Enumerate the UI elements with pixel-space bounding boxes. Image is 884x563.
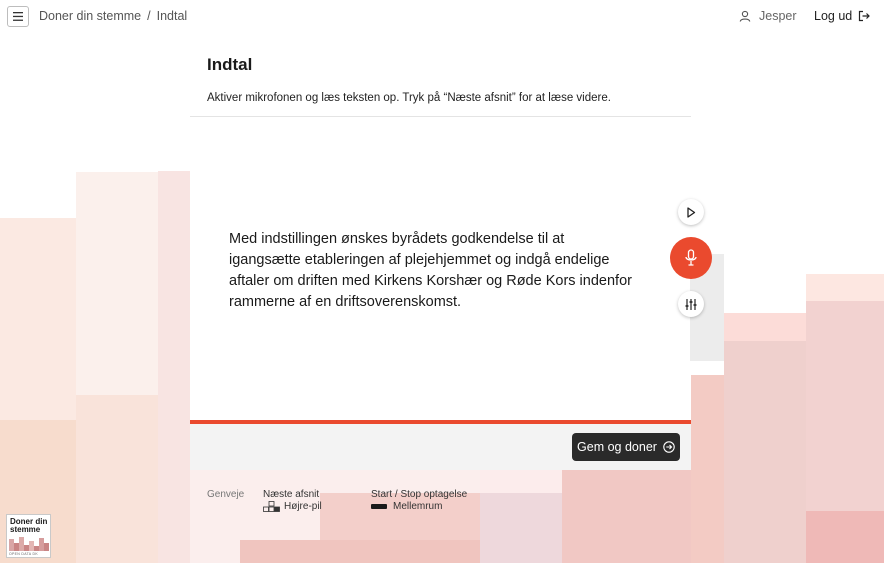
prompt-text: Med indstillingen ønskes byrådets godken… xyxy=(229,231,632,310)
background-block xyxy=(76,395,158,563)
logo-skyline-graphic xyxy=(9,537,49,551)
arrow-keys-icon xyxy=(263,501,280,512)
instruction-text: Aktiver mikrofonen og læs teksten op. Tr… xyxy=(207,92,611,104)
user-icon xyxy=(739,10,751,22)
logout-icon xyxy=(859,10,871,22)
doner-din-stemme-logo: Doner din stemme OPEN DATA DK xyxy=(6,514,51,558)
background-block xyxy=(724,313,806,341)
arrow-right-circle-icon xyxy=(663,441,675,453)
background-block xyxy=(806,301,884,511)
background-block xyxy=(480,470,562,493)
background-block xyxy=(480,493,562,563)
shortcut-record-label: Start / Stop optagelse xyxy=(371,489,468,500)
record-button[interactable] xyxy=(670,237,712,279)
save-and-donate-label: Gem og doner xyxy=(577,440,657,454)
shortcut-next-key: Højre-pil xyxy=(263,501,322,512)
microphone-icon xyxy=(685,249,697,266)
shortcuts-heading: Genveje xyxy=(207,489,245,500)
page-title: Indtal xyxy=(207,55,253,74)
breadcrumb-separator: / xyxy=(147,9,151,23)
hamburger-menu-icon xyxy=(13,12,23,21)
background-block xyxy=(158,171,190,563)
logout-button[interactable]: Log ud xyxy=(814,9,871,23)
background-block xyxy=(691,375,724,563)
shortcut-next-key-label: Højre-pil xyxy=(284,501,322,512)
background-block xyxy=(240,540,480,563)
menu-button[interactable] xyxy=(7,6,29,27)
breadcrumb-current: Indtal xyxy=(156,9,188,23)
spacebar-icon xyxy=(371,504,387,509)
play-button[interactable] xyxy=(678,199,704,225)
audio-settings-button[interactable] xyxy=(678,291,704,317)
breadcrumb: Doner din stemme / Indtal xyxy=(39,9,187,23)
background-block xyxy=(806,274,884,301)
logo-footer-text: OPEN DATA DK xyxy=(9,552,38,556)
sliders-icon xyxy=(685,298,697,310)
user-name: Jesper xyxy=(759,9,797,23)
breadcrumb-root-link[interactable]: Doner din stemme xyxy=(39,9,141,23)
logout-label: Log ud xyxy=(814,9,853,23)
user-menu[interactable]: Jesper xyxy=(739,9,797,23)
shortcut-next-label: Næste afsnit xyxy=(263,489,320,500)
save-and-donate-button[interactable]: Gem og doner xyxy=(572,433,680,461)
divider xyxy=(190,116,691,117)
shortcut-record-key: Mellemrum xyxy=(371,501,442,512)
background-block xyxy=(724,341,806,563)
logo-line-2: stemme xyxy=(10,525,41,534)
background-block xyxy=(806,511,884,563)
play-icon xyxy=(687,206,696,218)
shortcut-record-key-label: Mellemrum xyxy=(393,501,443,512)
